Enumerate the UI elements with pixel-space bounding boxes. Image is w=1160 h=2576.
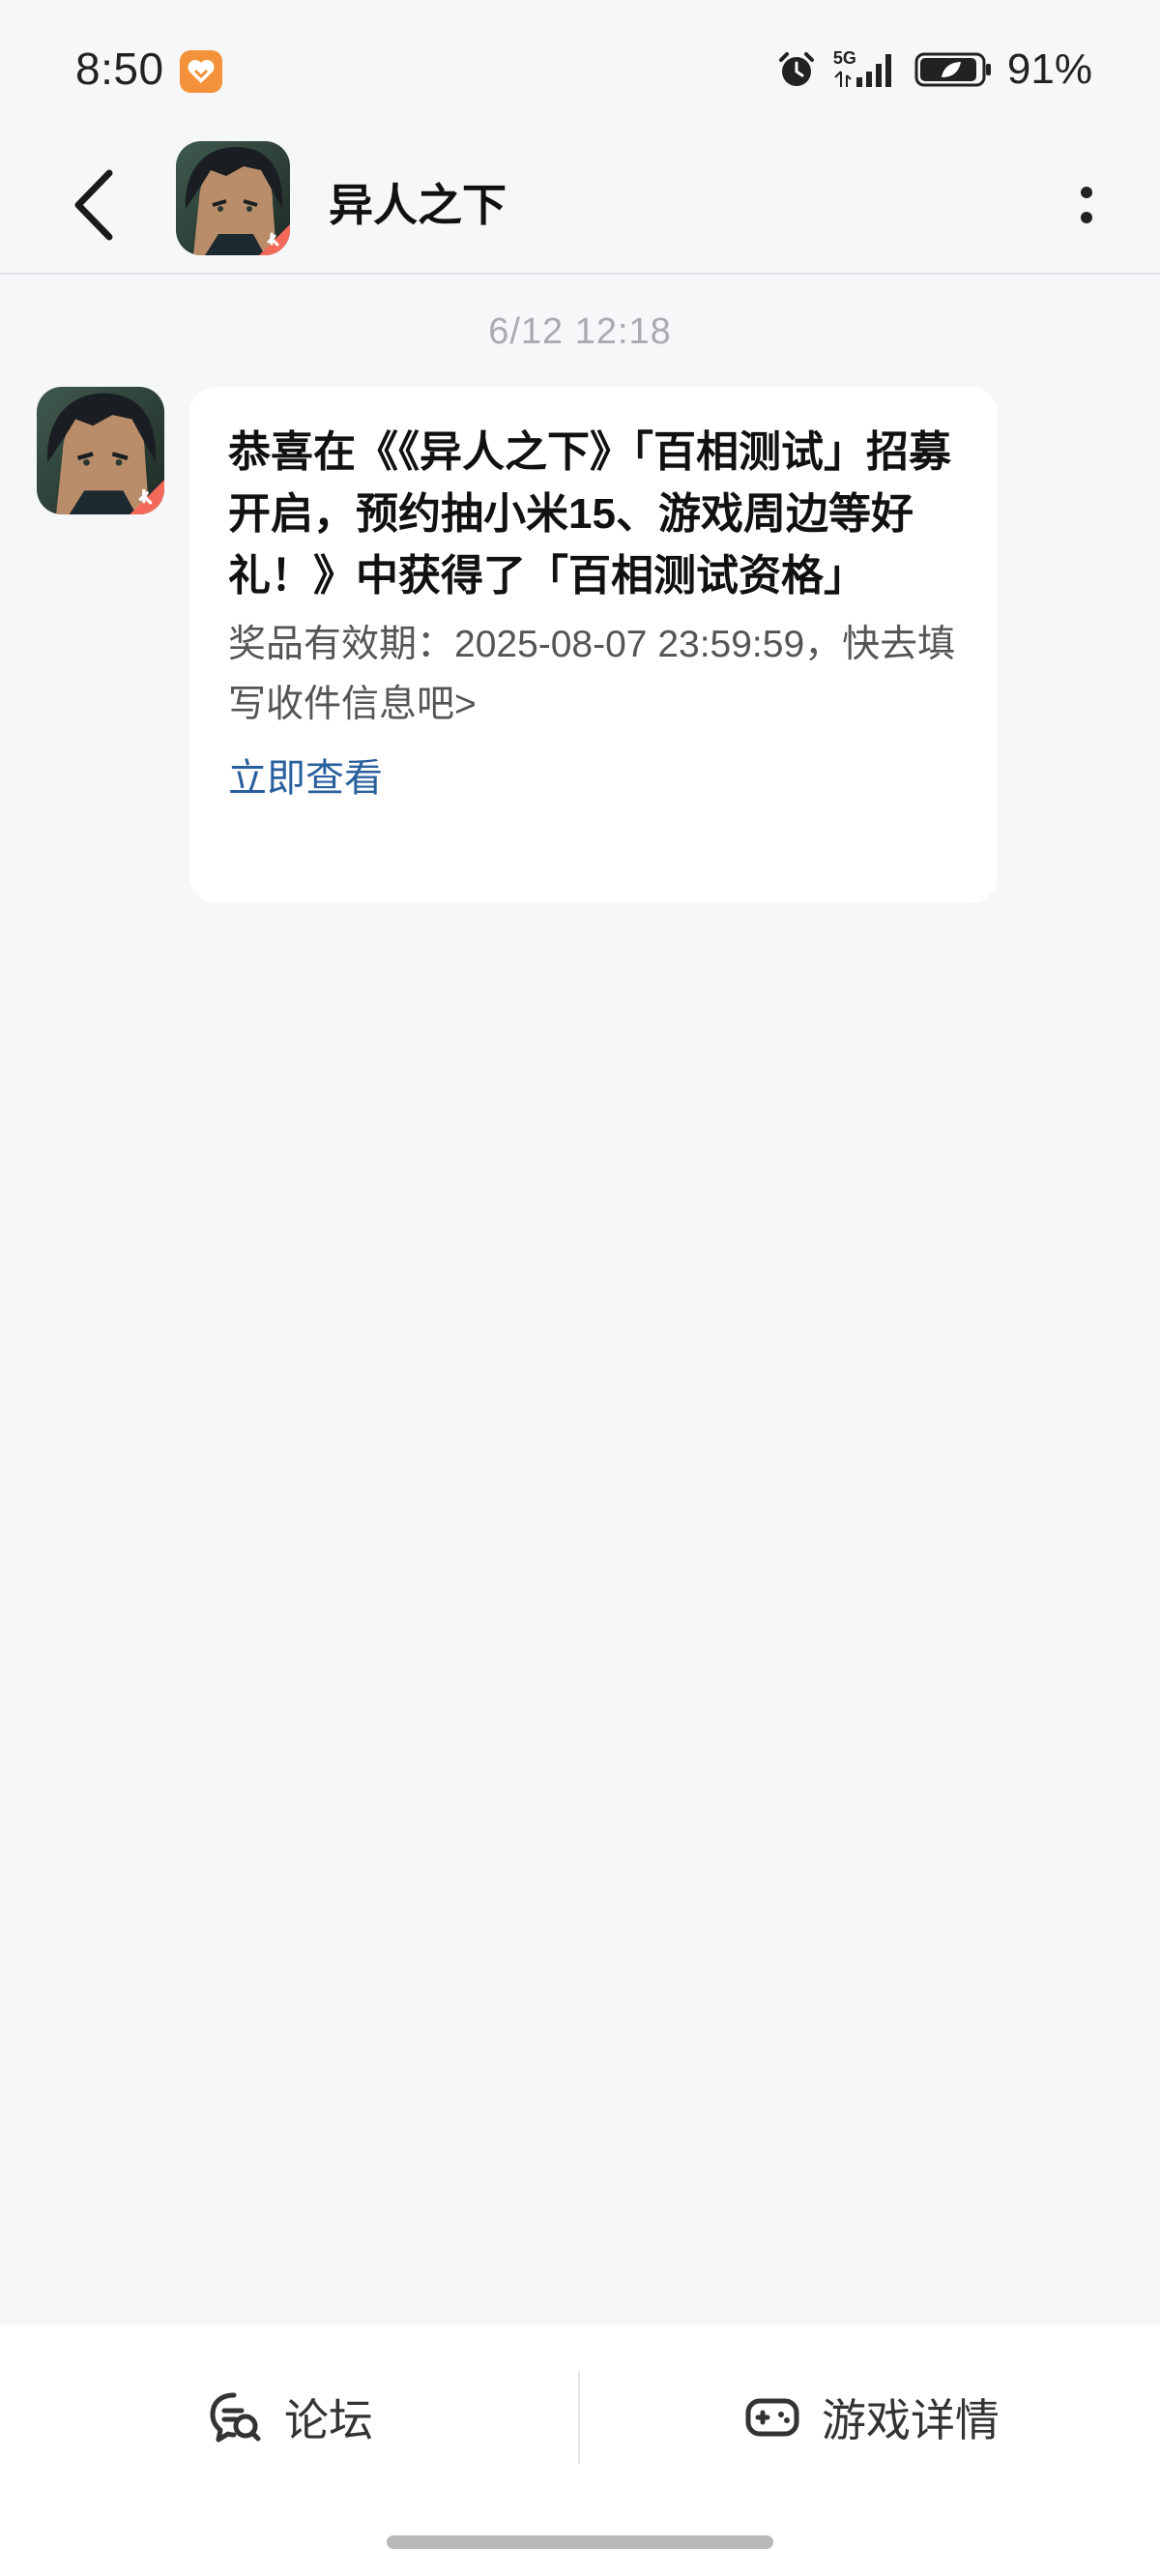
message-body[interactable]: 奖品有效期：2025-08-07 23:59:59，快去填写收件信息吧> (228, 615, 959, 735)
game-avatar-image (176, 141, 290, 255)
forum-label: 论坛 (284, 2395, 373, 2445)
screen: 8:50 5G 91% 异人之下 6/12 12:18 恭喜在《《异人之下》「百… (0, 0, 1160, 2576)
gamepad-icon (745, 2398, 799, 2437)
more-dot-icon (1081, 187, 1092, 198)
forum-icon (210, 2392, 261, 2443)
app-notification-icon (180, 50, 222, 93)
home-indicator[interactable] (387, 2535, 773, 2549)
cellular-signal-icon: 5G (831, 48, 901, 91)
game-details-label: 游戏详情 (822, 2395, 1000, 2445)
status-bar: 8:50 5G 91% (0, 0, 1160, 135)
status-time: 8:50 (75, 44, 164, 94)
battery-percent: 91% (1006, 45, 1092, 93)
battery-icon (914, 52, 991, 87)
sender-avatar[interactable] (37, 387, 164, 514)
message-card[interactable]: 恭喜在《《异人之下》「百相测试」招募开启，预约抽小米15、游戏周边等好礼！》中获… (189, 387, 998, 903)
chevron-left-icon (74, 169, 113, 241)
alarm-icon (778, 52, 814, 86)
forum-button[interactable]: 论坛 (207, 2371, 373, 2464)
game-avatar[interactable] (176, 141, 290, 255)
status-icons: 5G 91% (775, 43, 1092, 97)
more-options-button[interactable] (1052, 164, 1121, 246)
view-now-link[interactable]: 立即查看 (228, 746, 383, 803)
chat-title: 异人之下 (329, 180, 507, 230)
message-timestamp: 6/12 12:18 (488, 311, 672, 352)
game-details-button[interactable]: 游戏详情 (744, 2371, 1000, 2464)
chat-header: 异人之下 (0, 135, 1160, 275)
more-dot-icon (1081, 212, 1092, 223)
sender-avatar-image (37, 387, 164, 514)
message-title: 恭喜在《《异人之下》「百相测试」招募开启，预约抽小米15、游戏周边等好礼！》中获… (228, 428, 951, 600)
nav-divider (578, 2371, 580, 2464)
back-button[interactable] (58, 162, 128, 248)
